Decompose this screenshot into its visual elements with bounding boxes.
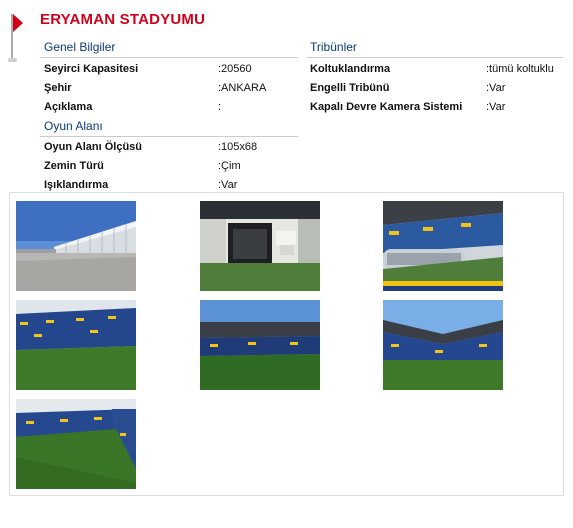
info-label: Şehir	[44, 82, 72, 94]
photo-stands-dugout[interactable]	[383, 201, 503, 291]
divider	[40, 57, 298, 58]
info-label: Oyun Alanı Ölçüsü	[44, 141, 142, 153]
info-label: Açıklama	[44, 101, 93, 113]
info-label: Engelli Tribünü	[310, 82, 390, 94]
section-title-genel-bilgiler: Genel Bilgiler	[44, 40, 116, 54]
photo-field-view-4[interactable]	[16, 399, 136, 489]
info-label: Işıklandırma	[44, 179, 109, 191]
section-title-tribunler: Tribünler	[310, 40, 357, 54]
divider	[307, 57, 563, 58]
info-label: Zemin Türü	[44, 160, 104, 172]
info-value: :ANKARA	[218, 82, 267, 94]
info-label: Koltuklandırma	[310, 63, 391, 75]
photo-gallery	[9, 192, 564, 496]
flag-pennant	[13, 14, 23, 32]
info-label: Seyirci Kapasitesi	[44, 63, 139, 75]
photo-field-view-1[interactable]	[16, 300, 136, 390]
photo-tunnel-entrance[interactable]	[200, 201, 320, 291]
flag-base	[8, 58, 17, 62]
info-value: :Var	[486, 82, 506, 94]
photo-stadium-exterior[interactable]	[16, 201, 136, 291]
divider	[40, 136, 298, 137]
photo-field-view-3[interactable]	[383, 300, 503, 390]
info-value: :Var	[486, 101, 506, 113]
info-value: :Var	[218, 179, 238, 191]
info-label: Kapalı Devre Kamera Sistemi	[310, 101, 463, 113]
section-title-oyun-alani: Oyun Alanı	[44, 119, 103, 133]
page-title: ERYAMAN STADYUMU	[40, 11, 206, 28]
photo-field-view-2[interactable]	[200, 300, 320, 390]
page-header: ERYAMAN STADYUMU	[0, 0, 573, 62]
info-value: :	[218, 101, 222, 113]
info-value: :105x68	[218, 141, 258, 153]
info-value: :20560	[218, 63, 252, 75]
info-value: :tümü koltuklu	[486, 63, 554, 75]
info-value: :Çim	[218, 160, 241, 172]
